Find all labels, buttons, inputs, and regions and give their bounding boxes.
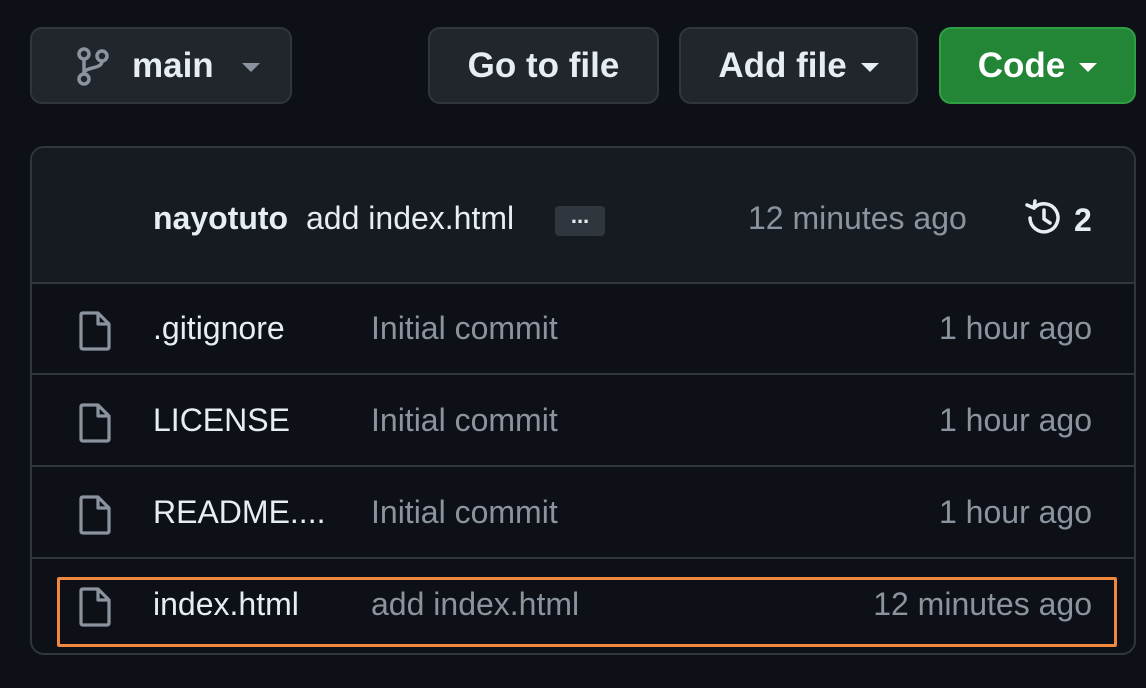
file-commit-time: 12 minutes ago — [873, 586, 1092, 622]
commit-message[interactable]: add index.html — [306, 200, 514, 237]
commit-author[interactable]: nayotuto — [153, 200, 288, 237]
file-name[interactable]: LICENSE — [153, 402, 290, 439]
add-file-label: Add file — [718, 45, 847, 85]
file-list: nayotuto add index.html ... 12 minutes a… — [30, 146, 1136, 655]
file-commit-time: 1 hour ago — [938, 310, 1092, 346]
chevron-down-icon — [1079, 63, 1098, 72]
go-to-file-button[interactable]: Go to file — [428, 27, 659, 104]
file-icon — [78, 403, 112, 448]
history-icon — [1022, 196, 1066, 245]
file-row[interactable]: README.... Initial commit 1 hour ago — [32, 468, 1134, 559]
file-row[interactable]: LICENSE Initial commit 1 hour ago — [32, 376, 1134, 467]
file-commit-message[interactable]: Initial commit — [371, 494, 558, 531]
file-commit-message[interactable]: add index.html — [371, 586, 579, 623]
branch-label: main — [132, 45, 214, 85]
file-row[interactable]: .gitignore Initial commit 1 hour ago — [32, 284, 1134, 375]
go-to-file-label: Go to file — [467, 45, 620, 85]
add-file-button[interactable]: Add file — [679, 27, 918, 104]
file-name[interactable]: .gitignore — [153, 310, 285, 347]
commit-history-link[interactable]: 2 — [1022, 196, 1092, 245]
expand-commit-button[interactable]: ... — [555, 205, 605, 236]
commit-time: 12 minutes ago — [748, 200, 967, 236]
file-commit-message[interactable]: Initial commit — [371, 402, 558, 439]
chevron-down-icon — [860, 63, 879, 72]
file-icon — [78, 495, 112, 540]
file-icon — [78, 311, 112, 356]
git-branch-icon — [76, 46, 110, 86]
chevron-down-icon — [241, 63, 260, 72]
file-name[interactable]: README.... — [153, 494, 325, 531]
file-row[interactable]: index.html add index.html 12 minutes ago — [32, 560, 1134, 651]
branch-select-button[interactable]: main — [30, 27, 292, 104]
file-commit-time: 1 hour ago — [938, 494, 1092, 530]
file-commit-time: 1 hour ago — [938, 402, 1092, 438]
file-commit-message[interactable]: Initial commit — [371, 310, 558, 347]
code-button[interactable]: Code — [939, 27, 1136, 104]
file-icon — [78, 587, 112, 632]
file-name[interactable]: index.html — [153, 586, 299, 623]
code-label: Code — [977, 45, 1066, 85]
latest-commit-row: nayotuto add index.html ... 12 minutes a… — [32, 148, 1134, 284]
commit-count: 2 — [1074, 202, 1092, 238]
